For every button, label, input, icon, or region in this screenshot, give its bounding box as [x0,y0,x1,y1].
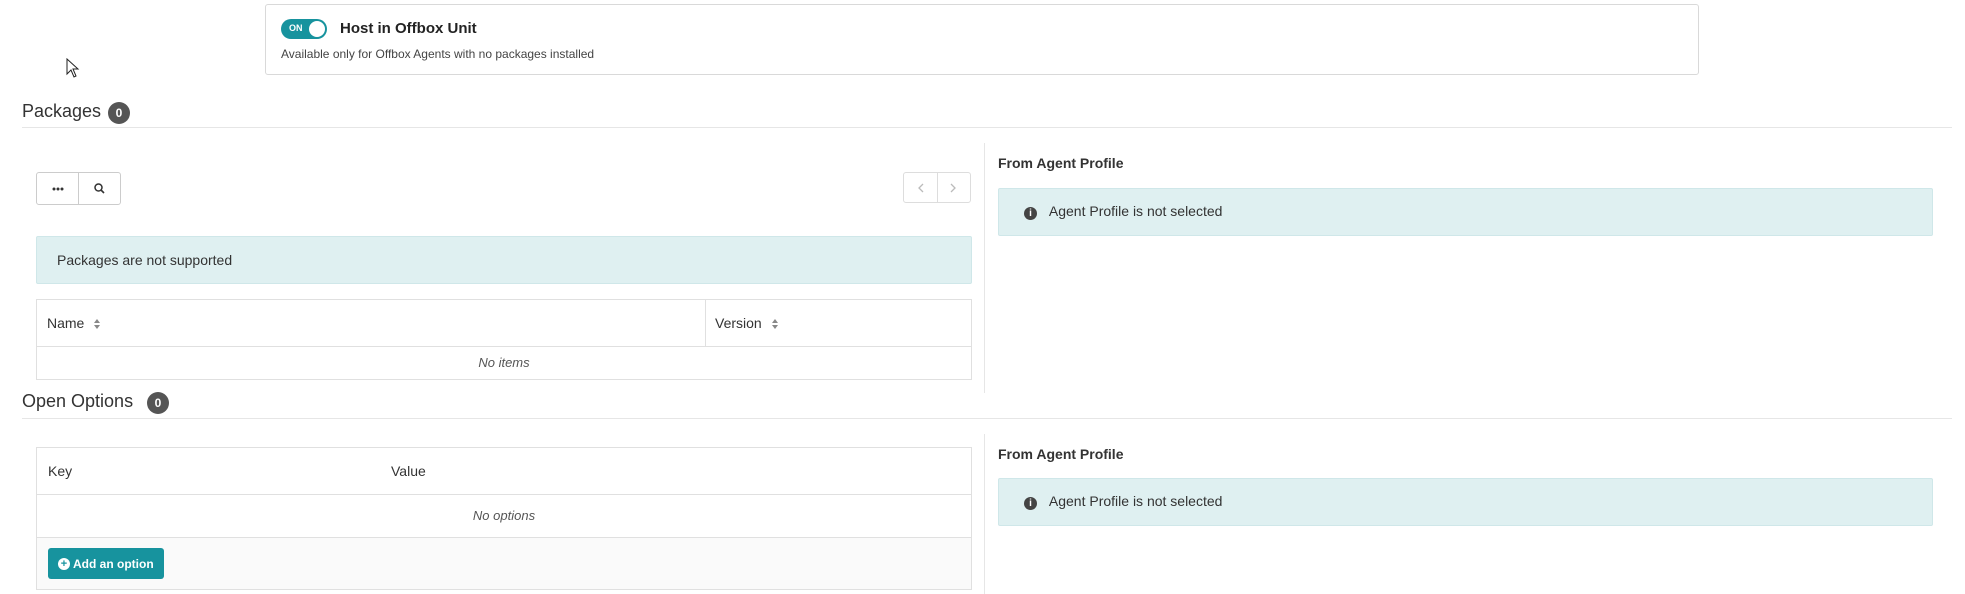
column-version-label: Version [715,315,762,331]
ellipsis-icon [52,187,63,190]
add-option-button[interactable]: + Add an option [48,548,164,579]
mouse-cursor-icon [66,58,80,78]
sort-icon [771,319,778,330]
open-options-count-badge: 0 [147,392,169,414]
packages-divider [22,127,1952,128]
next-page-button[interactable] [936,173,971,202]
chevron-left-icon [917,183,924,192]
plus-circle-icon: + [58,557,70,570]
offbox-toggle[interactable]: ON [281,19,327,39]
table-footer: + Add an option [37,538,971,589]
packages-profile-notice-text: Agent Profile is not selected [1048,203,1223,219]
packages-table: Name Version No items [36,299,972,380]
info-icon: i [1024,497,1037,510]
open-options-title: Open Options [22,391,134,411]
chevron-right-icon [950,183,957,192]
open-options-table: Key Value No options + Add an option [36,447,972,590]
offbox-card: ON Host in Offbox Unit Available only fo… [265,4,1699,75]
packages-title: Packages [22,101,102,121]
column-divider [705,300,706,346]
column-version-header[interactable]: Version [715,300,779,346]
offbox-subtitle: Available only for Offbox Agents with no… [281,47,595,61]
open-options-profile-notice: i Agent Profile is not selected [998,478,1933,526]
search-icon [94,183,105,194]
packages-notice-text: Packages are not supported [57,252,233,268]
packages-profile-notice: i Agent Profile is not selected [998,188,1933,236]
open-options-column-divider [984,434,985,594]
packages-empty-text: No items [478,355,530,370]
packages-pager [903,172,971,203]
add-option-label: Add an option [73,556,154,571]
packages-count-badge: 0 [108,102,130,124]
info-icon: i [1024,207,1037,220]
open-options-profile-heading: From Agent Profile [998,446,1124,462]
packages-column-divider [984,143,985,393]
column-key-header: Key [48,463,73,479]
open-options-profile-notice-text: Agent Profile is not selected [1048,493,1223,509]
column-value-header: Value [391,463,426,479]
packages-toolbar [36,172,121,205]
column-name-header[interactable]: Name [47,300,101,346]
offbox-title: Host in Offbox Unit [340,20,477,37]
sort-icon [94,319,101,330]
more-button[interactable] [37,173,78,204]
search-button[interactable] [78,173,120,204]
prev-page-button[interactable] [904,173,937,202]
open-options-empty-text: No options [472,508,536,523]
toggle-label: ON [289,23,303,33]
packages-not-supported-notice: Packages are not supported [36,236,972,284]
open-options-divider [22,418,1952,419]
column-name-label: Name [47,315,85,331]
open-options-table-header: Key Value [37,448,971,495]
packages-profile-heading: From Agent Profile [998,155,1124,171]
toggle-knob [309,21,325,37]
packages-table-header: Name Version [37,300,971,347]
